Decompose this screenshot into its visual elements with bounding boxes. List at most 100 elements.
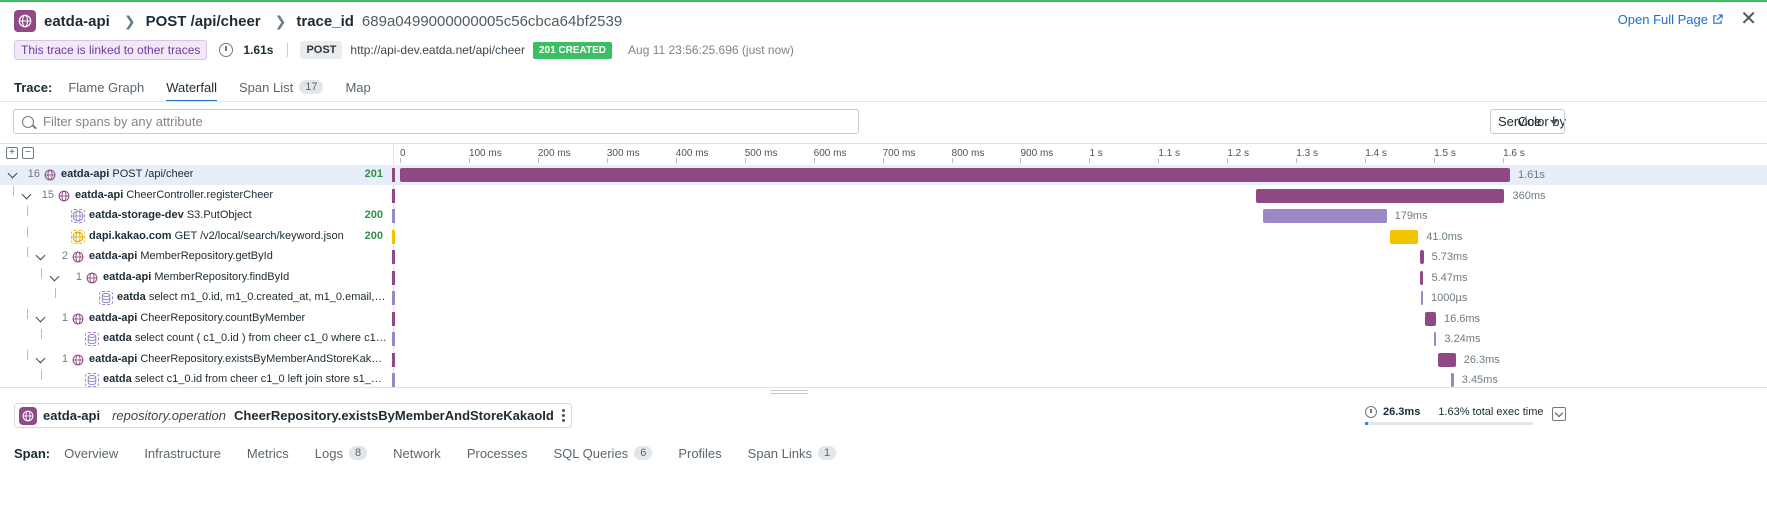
- meta-divider: [287, 43, 289, 57]
- tree-connector: [27, 349, 28, 360]
- axis-tick-label: 1.4 s: [1365, 148, 1387, 163]
- span-tab-infrastructure[interactable]: Infrastructure: [144, 442, 221, 464]
- axis-tick-label: 800 ms: [951, 148, 985, 163]
- tab-label: Waterfall: [166, 79, 217, 95]
- span-bar[interactable]: [1419, 270, 1424, 285]
- time-axis: 0 100 ms 200 ms 300 ms 400 ms 500 ms 600 ms 700…: [400, 144, 1767, 164]
- tab-flame-graph[interactable]: Flame Graph: [68, 76, 144, 98]
- span-tab-label: Processes: [466, 445, 528, 461]
- span-filter[interactable]: [13, 109, 859, 134]
- clock-icon: [219, 43, 234, 57]
- span-tab-label: Network: [393, 445, 441, 461]
- span-bar[interactable]: [1451, 373, 1454, 387]
- exec-time-bar: [1365, 422, 1533, 425]
- span-service: eatda: [117, 291, 146, 303]
- span-row[interactable]: 1 eatda-api CheerRepository.countByMember…: [0, 308, 1767, 329]
- clock-icon: [1365, 406, 1377, 418]
- span-bar[interactable]: [1256, 188, 1505, 203]
- span-tab-label: Span Links: [747, 445, 812, 461]
- span-tab-network[interactable]: Network: [393, 442, 441, 464]
- span-service: eatda-api: [89, 311, 138, 324]
- span-tab-count-badge: 6: [634, 446, 653, 460]
- child-count: 16: [27, 168, 40, 180]
- globe-icon: [14, 10, 36, 32]
- tab-span-list[interactable]: Span List 17: [239, 76, 324, 98]
- span-duration: 3.45ms: [1461, 374, 1498, 386]
- span-name: eatda-storage-dev S3.PutObject: [89, 209, 252, 221]
- span-service: eatda-api: [103, 270, 152, 283]
- span-bar[interactable]: [1421, 291, 1424, 305]
- span-resource[interactable]: CheerRepository.existsByMemberAndStoreKa…: [234, 408, 554, 423]
- child-count: 15: [41, 188, 54, 201]
- span-row[interactable]: eatda select m1_0.id, m1_0.created_at, m…: [0, 288, 1767, 308]
- child-count: 1: [61, 352, 68, 365]
- span-tab-logs[interactable]: Logs 8: [315, 442, 368, 464]
- span-bar[interactable]: [1434, 332, 1437, 346]
- chevron-down-icon[interactable]: [35, 250, 46, 261]
- external-link-icon: [1713, 14, 1723, 24]
- span-bar[interactable]: [1419, 250, 1424, 264]
- header-service-link[interactable]: eatda-api: [44, 13, 110, 30]
- span-row[interactable]: eatda select count ( c1_0.id ) from chee…: [0, 329, 1767, 349]
- span-row[interactable]: eatda-storage-dev S3.PutObject 200 179ms: [0, 206, 1767, 226]
- tab-waterfall[interactable]: Waterfall: [166, 76, 217, 102]
- span-name: eatda select c1_0.id from cheer c1_0 lef…: [103, 373, 387, 385]
- tab-label: Map: [345, 79, 371, 95]
- trace-timestamp: Aug 11 23:56:25.696 (just now): [628, 43, 794, 57]
- span-bar[interactable]: [1390, 229, 1419, 244]
- expand-all-icon[interactable]: +: [6, 147, 18, 159]
- collapse-all-icon[interactable]: −: [22, 147, 34, 159]
- tree-connector: [27, 206, 28, 216]
- chevron-down-icon[interactable]: [7, 168, 18, 179]
- panel-resize-handle[interactable]: [770, 390, 808, 394]
- tab-map[interactable]: Map: [345, 76, 370, 98]
- span-tab-label: Metrics: [246, 445, 289, 461]
- color-by-select[interactable]: Service: [1490, 109, 1565, 134]
- span-name: eatda-api POST /api/cheer: [61, 168, 193, 180]
- span-tab-sql-queries[interactable]: SQL Queries 6: [554, 442, 653, 464]
- close-icon[interactable]: ✕: [1740, 9, 1757, 29]
- span-filter-input[interactable]: [43, 114, 823, 129]
- open-full-page-link[interactable]: Open Full Page: [1618, 12, 1723, 27]
- span-resource: CheerController.registerCheer: [126, 188, 274, 201]
- axis-tick-label: 500 ms: [744, 148, 778, 163]
- span-tab-profiles[interactable]: Profiles: [678, 442, 721, 464]
- chevron-down-icon[interactable]: [49, 271, 60, 281]
- span-row[interactable]: 15 eatda-api CheerController.registerChee…: [0, 185, 1767, 206]
- span-tab-label: SQL Queries: [553, 445, 629, 461]
- trace-id-value[interactable]: 689a0499000000005c56cbca64bf2539: [362, 13, 622, 30]
- collapse-panel-icon[interactable]: [1552, 407, 1566, 421]
- span-row[interactable]: 16 eatda-api POST /api/cheer 201 1.61s: [0, 165, 1767, 185]
- span-row-label-area: eatda-storage-dev S3.PutObject 200: [0, 206, 393, 226]
- span-resource: S3.PutObject: [186, 209, 252, 221]
- span-tab-metrics[interactable]: Metrics: [247, 442, 289, 464]
- span-row[interactable]: eatda select c1_0.id from cheer c1_0 lef…: [0, 370, 1767, 387]
- more-options-icon[interactable]: [561, 409, 565, 422]
- span-tab-processes[interactable]: Processes: [467, 442, 528, 464]
- tab-label: Span List: [239, 79, 294, 95]
- chevron-down-icon[interactable]: [35, 353, 46, 363]
- span-bar[interactable]: [400, 168, 1510, 182]
- span-resource: CheerRepository.existsByMemberAndStoreKa…: [140, 352, 387, 365]
- header-resource-link[interactable]: POST /api/cheer: [146, 13, 261, 30]
- span-bar[interactable]: [1437, 352, 1456, 367]
- span-name: eatda-api MemberRepository.getById: [89, 250, 273, 262]
- span-row[interactable]: dapi.kakao.com GET /v2/local/search/keyw…: [0, 226, 1767, 247]
- tab-count-badge: 17: [299, 80, 324, 94]
- span-tab-span-links[interactable]: Span Links 1: [747, 442, 837, 464]
- span-name: eatda-api CheerController.registerCheer: [75, 189, 273, 201]
- axis-tick-label: 900 ms: [1020, 148, 1054, 163]
- linked-traces-badge[interactable]: This trace is linked to other traces: [14, 40, 208, 60]
- axis-tick-label: 0: [400, 148, 406, 163]
- chevron-down-icon[interactable]: [35, 312, 46, 322]
- span-row[interactable]: 1 eatda-api MemberRepository.findById 5.47…: [0, 267, 1767, 288]
- chevron-down-icon[interactable]: [21, 189, 32, 199]
- http-url[interactable]: http://api-dev.eatda.net/api/cheer: [350, 43, 525, 57]
- span-bar[interactable]: [1424, 311, 1436, 326]
- span-row[interactable]: 1 eatda-api CheerRepository.existsByMembe…: [0, 349, 1767, 370]
- span-bar[interactable]: [1263, 209, 1387, 223]
- span-tab-overview[interactable]: Overview: [64, 442, 118, 464]
- span-resource: select m1_0.id, m1_0.created_at, m1_0.em…: [148, 291, 387, 303]
- span-row[interactable]: 2 eatda-api MemberRepository.getById 5.73m…: [0, 247, 1767, 267]
- span-service[interactable]: eatda-api: [43, 408, 100, 423]
